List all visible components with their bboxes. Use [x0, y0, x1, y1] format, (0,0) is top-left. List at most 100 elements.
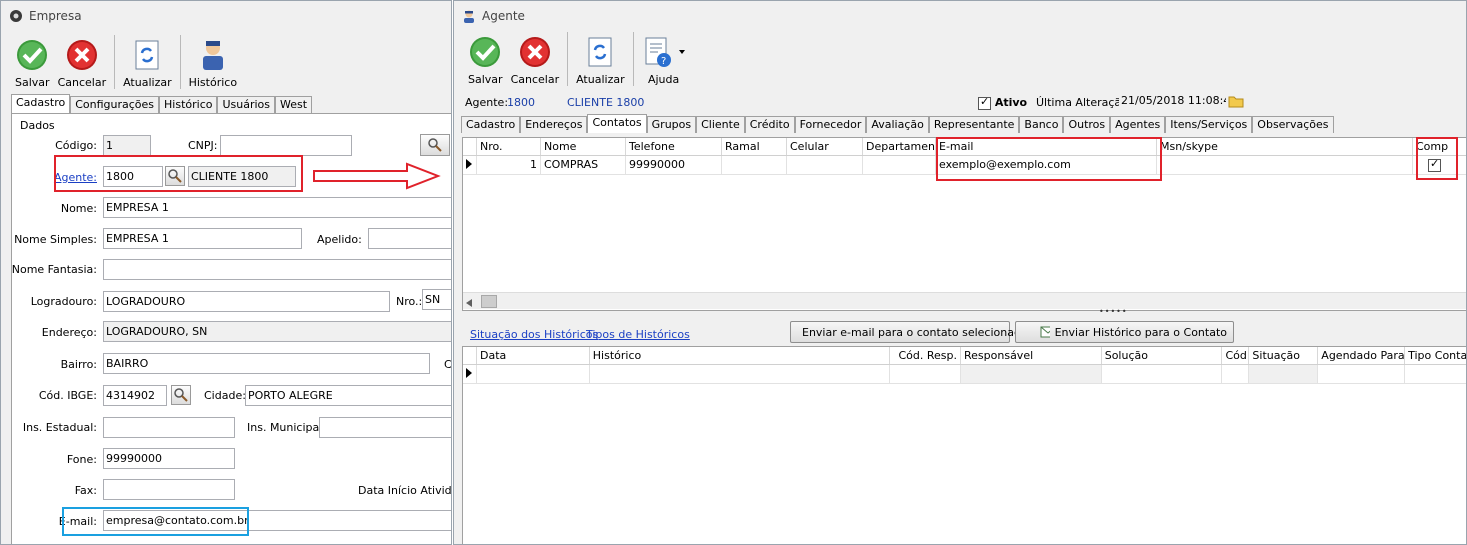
cnpj-field[interactable]: [220, 135, 352, 156]
send-history-button[interactable]: Enviar Histórico para o Contato: [1015, 321, 1234, 343]
folder-icon[interactable]: [1228, 93, 1244, 112]
tab-itens-servicos[interactable]: Itens/Serviços: [1165, 116, 1253, 133]
fax-field[interactable]: [103, 479, 235, 500]
tab-configuracoes[interactable]: Configurações: [70, 96, 160, 113]
cancel-button[interactable]: Cancelar: [507, 35, 564, 86]
column-header[interactable]: Departamento: [863, 138, 936, 155]
cell-departamento[interactable]: [863, 156, 936, 174]
agente-name-field[interactable]: CLIENTE 1800: [188, 166, 296, 187]
scroll-thumb[interactable]: [481, 295, 497, 308]
table-row[interactable]: [463, 365, 1466, 384]
column-header[interactable]: Tipo Contato: [1405, 347, 1466, 364]
refresh-button[interactable]: Atualizar: [572, 35, 629, 86]
column-header[interactable]: E-mail: [936, 138, 1157, 155]
cell-responsavel[interactable]: [961, 365, 1102, 383]
apelido-field[interactable]: [368, 228, 451, 249]
tab-banco[interactable]: Banco: [1019, 116, 1064, 133]
cell-celular[interactable]: [787, 156, 863, 174]
column-header[interactable]: Histórico: [590, 347, 891, 364]
tab-enderecos[interactable]: Endereços: [520, 116, 588, 133]
help-button[interactable]: ? Ajuda: [638, 35, 690, 86]
ativo-checkbox[interactable]: Ativo: [978, 95, 1027, 110]
ibge-search-button[interactable]: [171, 385, 191, 405]
tab-fornecedor[interactable]: Fornecedor: [794, 116, 867, 133]
cidade-field[interactable]: PORTO ALEGRE: [245, 385, 451, 406]
tab-grupos[interactable]: Grupos: [646, 116, 697, 133]
cell-solucao[interactable]: [1102, 365, 1223, 383]
nome-simples-field[interactable]: EMPRESA 1: [103, 228, 302, 249]
cell-data[interactable]: [477, 365, 590, 383]
cell-cod-resp[interactable]: [890, 365, 961, 383]
tab-cadastro[interactable]: Cadastro: [461, 116, 521, 133]
column-header[interactable]: Situação: [1249, 347, 1319, 364]
table-row[interactable]: 1 COMPRAS 99990000 exemplo@exemplo.com: [463, 156, 1466, 175]
column-header[interactable]: Celular: [787, 138, 863, 155]
send-email-button[interactable]: Enviar e-mail para o contato selecionado: [790, 321, 1028, 343]
cell-historico[interactable]: [590, 365, 891, 383]
column-header[interactable]: Nro.: [477, 138, 541, 155]
tab-historico[interactable]: Histórico: [159, 96, 218, 113]
cell-nome[interactable]: COMPRAS: [541, 156, 626, 174]
tab-usuarios[interactable]: Usuários: [217, 96, 276, 113]
tipos-historicos-link[interactable]: Tipos de Históricos: [586, 328, 690, 341]
endereco-field[interactable]: LOGRADOURO, SN: [103, 321, 451, 342]
nro-field[interactable]: SN: [422, 289, 451, 310]
tab-contatos[interactable]: Contatos: [587, 114, 647, 133]
column-header[interactable]: Nome: [541, 138, 626, 155]
fone-field[interactable]: 99990000: [103, 448, 235, 469]
column-header[interactable]: Ramal: [722, 138, 787, 155]
tab-avaliacao[interactable]: Avaliação: [866, 116, 929, 133]
column-header[interactable]: Cód.: [1222, 347, 1250, 364]
column-header[interactable]: Comp: [1413, 138, 1457, 155]
history-button[interactable]: Histórico: [185, 38, 241, 89]
save-button[interactable]: Salvar: [464, 35, 507, 86]
comp-checkbox[interactable]: [1428, 157, 1441, 172]
tab-representante[interactable]: Representante: [928, 116, 1020, 133]
cell-nro[interactable]: 1: [477, 156, 541, 174]
column-header[interactable]: Solução: [1102, 347, 1223, 364]
tab-cadastro[interactable]: Cadastro: [11, 94, 71, 113]
cnpj-search-button[interactable]: [420, 134, 450, 156]
bairro-field[interactable]: BAIRRO: [103, 353, 430, 374]
tab-cliente[interactable]: Cliente: [696, 116, 745, 133]
codigo-field[interactable]: 1: [103, 135, 151, 156]
situacao-historicos-link[interactable]: Situação dos Históricos: [470, 328, 598, 341]
agente-code-field[interactable]: 1800: [103, 166, 163, 187]
email-field[interactable]: empresa@contato.com.br: [103, 510, 451, 531]
cell-ramal[interactable]: [722, 156, 787, 174]
cell-agendado[interactable]: [1318, 365, 1406, 383]
cell-telefone[interactable]: 99990000: [626, 156, 722, 174]
nome-field[interactable]: EMPRESA 1: [103, 197, 451, 218]
save-button[interactable]: Salvar: [11, 38, 54, 89]
agente-search-button[interactable]: [165, 166, 185, 186]
column-header[interactable]: Responsável: [961, 347, 1102, 364]
cell-msn[interactable]: [1157, 156, 1413, 174]
tab-outros[interactable]: Outros: [1063, 116, 1111, 133]
ie-field[interactable]: [103, 417, 235, 438]
scroll-left-arrow[interactable]: [466, 297, 472, 310]
cell-comp[interactable]: [1413, 156, 1457, 174]
tab-observacoes[interactable]: Observações: [1252, 116, 1334, 133]
ibge-field[interactable]: 4314902: [103, 385, 167, 406]
ativo-check[interactable]: [978, 95, 991, 110]
logradouro-field[interactable]: LOGRADOURO: [103, 291, 390, 312]
column-header[interactable]: Cód. Resp.: [890, 347, 961, 364]
column-header[interactable]: Agendado Para: [1318, 347, 1406, 364]
agente-link[interactable]: Agente:: [54, 171, 97, 184]
nome-fantasia-field[interactable]: [103, 259, 451, 280]
splitter-handle[interactable]: •••••: [1099, 307, 1128, 316]
tab-credito[interactable]: Crédito: [744, 116, 795, 133]
tab-agentes[interactable]: Agentes: [1110, 116, 1166, 133]
column-header[interactable]: Telefone: [626, 138, 722, 155]
cell-situacao[interactable]: [1249, 365, 1319, 383]
cell-email[interactable]: exemplo@exemplo.com: [936, 156, 1157, 174]
column-header[interactable]: Msn/skype: [1157, 138, 1413, 155]
column-header[interactable]: Data: [477, 347, 590, 364]
horizontal-scrollbar[interactable]: [463, 292, 1466, 310]
im-field[interactable]: [319, 417, 451, 438]
cell-cod[interactable]: [1222, 365, 1250, 383]
cell-tipo-contato[interactable]: [1405, 365, 1466, 383]
cancel-button[interactable]: Cancelar: [54, 38, 111, 89]
tab-west[interactable]: West: [275, 96, 313, 113]
refresh-button[interactable]: Atualizar: [119, 38, 176, 89]
